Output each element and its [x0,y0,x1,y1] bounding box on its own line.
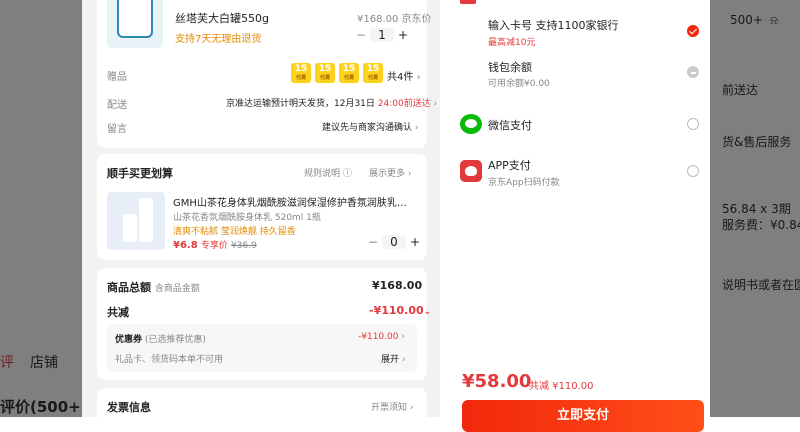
product-card: 丝塔芙大白罐550g ¥168.00 京东价 支持7天无理由退货 − 1 + 赠… [97,0,437,148]
giftcard-label: 礼品卡、领货码本单不可用 [115,355,224,365]
chevron-right-icon: › [407,169,412,179]
chevron-right-icon: › [401,355,406,365]
discount-details: 优惠券 (已选推荐优惠) -¥110.00 › 礼品卡、领货码本单不可用 展开 … [107,324,417,372]
plus-button[interactable]: + [394,28,412,42]
product-image[interactable] [107,0,163,48]
pay-now-button[interactable]: 立即支付 [462,400,704,432]
return-policy: 支持7天无理由退货 [175,34,262,45]
rules-link[interactable]: 规则说明 ⓘ [304,166,352,179]
discount-label: 共减 [107,306,129,319]
giftcard-expand[interactable]: 展开 › [381,352,406,365]
radio-unselected[interactable] [687,165,699,177]
total-label: 商品总额 含商品金额 [107,281,200,294]
bundle-item-price: ¥6.8 专享价 ¥36.9 [173,240,257,251]
bundle-item-spec: 山茶花香氛烟酰胺身体乳 520ml 1瓶 [173,213,321,223]
gift-badges[interactable]: 15 付费 15 付费 15 付费 15 付费 [291,63,387,83]
coupon-value[interactable]: -¥110.00 › [358,332,405,342]
wechat-icon [460,114,482,134]
card-icon [460,0,476,4]
plus-button[interactable]: + [406,235,424,249]
bundle-quantity-stepper[interactable]: − 0 + [364,235,424,249]
delivery-info[interactable]: 京准达运输预计明天发货，12月31日 24:00前送达 › [226,96,437,109]
radio-disabled [687,66,699,78]
chevron-right-icon: › [401,332,405,342]
payment-method-sub: 最高减10元 [488,38,536,48]
payment-method-sub: 可用余额¥0.00 [488,79,550,89]
gift-badge: 15 付费 [291,63,311,83]
radio-unselected[interactable] [687,118,699,130]
quantity-stepper[interactable]: − 1 + [352,28,412,42]
product-price: ¥168.00 京东价 [357,14,432,25]
summary-card: 商品总额 含商品金额 ¥168.00 共减 -¥110.00⌄ 优惠券 (已选推… [97,268,431,380]
product-name[interactable]: 丝塔芙大白罐550g [175,10,269,26]
payment-method-name[interactable]: 输入卡号 支持1100家银行 [488,17,619,33]
chevron-right-icon: › [414,123,419,133]
bundle-item-image[interactable] [107,192,165,250]
payment-method-name[interactable]: 钱包余额 [488,59,532,75]
jd-app-icon [460,160,482,182]
gift-badge: 15 付费 [315,63,335,83]
minus-button[interactable]: − [364,235,382,249]
minus-button[interactable]: − [352,28,370,42]
bundle-title: 顺手买更划算 [107,167,173,180]
chevron-right-icon: › [416,72,421,83]
total-value: ¥168.00 [372,279,423,292]
payment-method-name[interactable]: 微信支付 [488,117,532,133]
gift-count[interactable]: 共4件 › [387,68,421,83]
payment-panel: 输入卡号 支持1100家银行 最高减10元 钱包余额 可用余额¥0.00 微信支… [440,0,710,432]
order-panel: 丝塔芙大白罐550g ¥168.00 京东价 支持7天无理由退货 − 1 + 赠… [82,0,440,417]
pay-saved: 共减 ¥110.00 [529,381,594,392]
chevron-right-icon: › [433,99,438,109]
gift-badge: 15 付费 [339,63,359,83]
radio-selected[interactable] [687,25,699,37]
bundle-item-tags: 清爽不粘腻 莹润焕靓 持久留香 [173,227,296,237]
payment-method-name[interactable]: APP支付 [488,157,531,173]
show-more-link[interactable]: 展示更多 › [369,166,412,179]
chevron-down-icon: ⌄ [423,307,432,317]
note-input[interactable]: 建议先与商家沟通确认 › [322,120,419,133]
bundle-card: 顺手买更划算 规则说明 ⓘ 展示更多 › GMH山茶花身体乳烟酰胺滋润保湿修护香… [97,154,427,260]
quantity-value[interactable]: 0 [382,235,406,249]
gift-label: 赠品 [107,72,127,83]
invoice-card: 发票信息 开票须知 › [97,388,427,417]
coupon-label: 优惠券 (已选推荐优惠) [115,335,206,345]
bundle-item-name[interactable]: GMH山茶花身体乳烟酰胺滋润保湿修护香氛润肤乳… [173,194,413,209]
gift-badge: 15 付费 [363,63,383,83]
note-label: 留言 [107,124,127,135]
info-icon: ⓘ [342,169,352,179]
chevron-right-icon: › [409,403,414,413]
discount-value[interactable]: -¥110.00⌄ [369,304,431,317]
payment-method-sub: 京东App扫码付款 [488,178,560,188]
invoice-label: 发票信息 [107,401,151,414]
pay-total: ¥58.00 [462,371,532,392]
quantity-value[interactable]: 1 [370,28,394,42]
delivery-label: 配送 [107,100,127,111]
invoice-hint[interactable]: 开票须知 › [371,400,414,413]
